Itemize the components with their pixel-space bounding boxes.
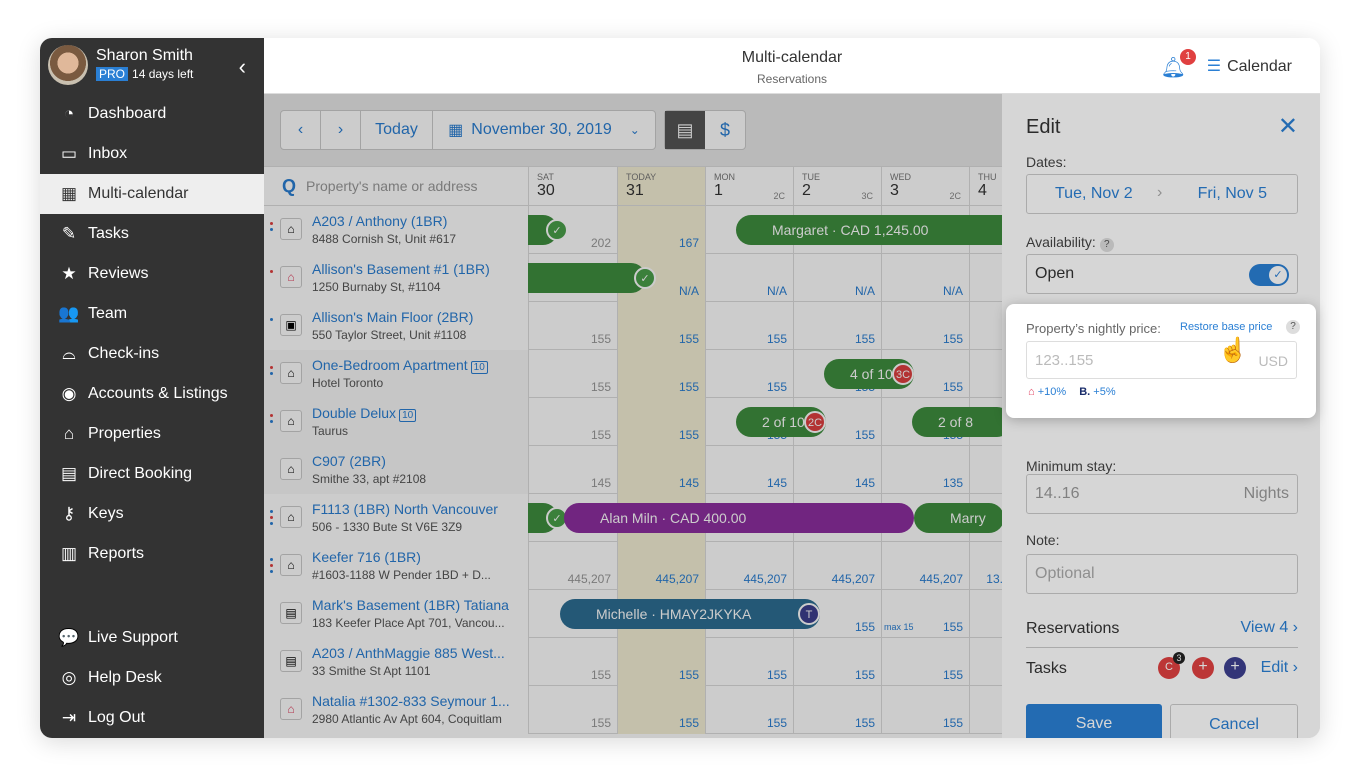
- booking-markup: +5%: [1093, 386, 1116, 398]
- sidebar-item-team[interactable]: 👥 Team: [40, 294, 264, 334]
- restore-base-price-link[interactable]: Restore base price: [1180, 321, 1272, 333]
- nights-unit: Nights: [1243, 485, 1289, 502]
- sidebar-item-accounts-listings[interactable]: ◉ Accounts & Listings: [40, 374, 264, 414]
- avatar: [48, 45, 88, 85]
- star-icon: ★: [61, 264, 77, 283]
- collapse-sidebar-icon[interactable]: ‹: [239, 54, 246, 80]
- sidebar-item-label: Dashboard: [88, 105, 167, 122]
- sidebar-item-label: Direct Booking: [88, 465, 193, 482]
- help-icon: ?: [1286, 320, 1300, 334]
- calendar-icon: ▦: [60, 184, 78, 203]
- sidebar-item-live-support[interactable]: 💬 Live Support: [40, 618, 264, 658]
- tasks-icon: ✎: [61, 224, 77, 243]
- lifebuoy-icon: ◎: [61, 668, 77, 687]
- channel-markups: ⌂ +10% B. +5%: [1028, 386, 1116, 398]
- sidebar-item-properties[interactable]: ⌂ Properties: [40, 414, 264, 454]
- sidebar-item-label: Tasks: [88, 225, 129, 242]
- price-placeholder: 123..155: [1035, 352, 1094, 369]
- reservations-label: Reservations: [1026, 620, 1120, 637]
- sidebar-item-dashboard[interactable]: ◔ Dashboard: [40, 94, 264, 134]
- inbox-icon: ▭: [60, 144, 78, 163]
- dashboard-icon: ◔: [63, 104, 75, 123]
- note-placeholder: Optional: [1035, 565, 1095, 582]
- min-stay-input[interactable]: 14..16 Nights: [1026, 474, 1298, 514]
- availability-label: Availability:?: [1026, 234, 1114, 252]
- sidebar-item-log-out[interactable]: ⇥ Log Out: [40, 698, 264, 738]
- date-range-field[interactable]: Tue, Nov 2 › Fri, Nov 5: [1026, 174, 1298, 214]
- code-window-icon: ▤: [60, 464, 78, 483]
- home-icon: ⌂: [63, 424, 75, 443]
- sidebar-item-label: Reviews: [88, 265, 149, 282]
- sidebar-item-label: Team: [88, 305, 128, 322]
- sidebar-item-inbox[interactable]: ▭ Inbox: [40, 134, 264, 174]
- sidebar-item-label: Multi-calendar: [88, 185, 189, 202]
- sidebar-item-direct-booking[interactable]: ▤ Direct Booking: [40, 454, 264, 494]
- sidebar-item-keys[interactable]: ⚷ Keys: [40, 494, 264, 534]
- note-textarea[interactable]: Optional: [1026, 554, 1298, 594]
- price-label: Property’s nightly price:: [1026, 321, 1161, 336]
- cancel-button[interactable]: Cancel: [1170, 704, 1298, 738]
- logout-icon: ⇥: [61, 708, 77, 727]
- availability-value: Open: [1035, 265, 1075, 282]
- note-label: Note:: [1026, 532, 1060, 548]
- user-name: Sharon Smith: [96, 47, 193, 64]
- calendar-view-label: Calendar: [1227, 58, 1292, 75]
- bell-desk-icon: ⌓: [62, 344, 76, 363]
- task-count-badge: 3: [1173, 652, 1185, 664]
- sidebar: Sharon Smith PRO 14 days left ‹ ◔ Dashboar…: [40, 38, 264, 738]
- trial-status: 14 days left: [132, 67, 194, 81]
- save-button[interactable]: Save: [1026, 704, 1162, 738]
- airbnb-icon: ⌂: [1028, 386, 1035, 398]
- nightly-price-input[interactable]: 123..155 USD: [1026, 341, 1297, 379]
- arrow-right-icon: ›: [1157, 184, 1163, 201]
- edit-title: Edit: [1026, 116, 1061, 138]
- calendar-view-button[interactable]: ☰ Calendar: [1207, 56, 1292, 76]
- edit-tasks-link[interactable]: Edit ›: [1261, 659, 1298, 677]
- help-icon: ?: [1099, 238, 1114, 252]
- sidebar-item-label: Keys: [88, 505, 124, 522]
- notification-count: 1: [1180, 49, 1196, 65]
- booking-com-icon: B.: [1079, 386, 1091, 398]
- sidebar-item-help-desk[interactable]: ◎ Help Desk: [40, 658, 264, 698]
- sidebar-item-label: Reports: [88, 545, 145, 562]
- chat-icon: 💬: [58, 628, 80, 647]
- dates-label: Dates:: [1026, 154, 1067, 170]
- sidebar-item-label: Properties: [88, 425, 161, 442]
- close-icon[interactable]: ✕: [1278, 112, 1298, 141]
- currency-label: USD: [1258, 353, 1288, 369]
- min-stay-label: Minimum stay:: [1026, 458, 1117, 474]
- sidebar-item-label: Help Desk: [88, 669, 162, 686]
- view-reservations-link[interactable]: View 4 ›: [1240, 619, 1298, 637]
- sidebar-item-label: Inbox: [88, 145, 128, 162]
- sidebar-item-tasks[interactable]: ✎ Tasks: [40, 214, 264, 254]
- nightly-price-popover: Property’s nightly price: Restore base p…: [1006, 304, 1316, 418]
- airbnb-markup: +10%: [1037, 386, 1067, 398]
- sidebar-item-reports[interactable]: ▥ Reports: [40, 534, 264, 574]
- min-stay-value: 14..16: [1035, 485, 1080, 502]
- sidebar-item-label: Live Support: [88, 629, 178, 646]
- sidebar-item-reviews[interactable]: ★ Reviews: [40, 254, 264, 294]
- add-cleaning-task-icon[interactable]: +: [1192, 657, 1214, 679]
- key-icon: ⚷: [62, 504, 76, 523]
- availability-field: Open: [1026, 254, 1298, 294]
- hand-cursor-icon: ☝: [1218, 337, 1248, 364]
- sidebar-item-multi-calendar[interactable]: ▦ Multi-calendar: [40, 174, 264, 214]
- team-icon: 👥: [58, 304, 80, 323]
- sidebar-item-label: Accounts & Listings: [88, 385, 228, 402]
- chart-icon: ▥: [60, 544, 78, 563]
- availability-toggle[interactable]: [1249, 264, 1289, 286]
- account-icon: ◉: [61, 384, 77, 403]
- tasks-label: Tasks: [1026, 660, 1067, 677]
- plan-badge: PRO: [96, 67, 129, 81]
- date-to: Fri, Nov 5: [1197, 185, 1267, 202]
- sidebar-item-label: Log Out: [88, 709, 145, 726]
- sidebar-item-check-ins[interactable]: ⌓ Check-ins: [40, 334, 264, 374]
- calendar-search-icon: ☰: [1206, 58, 1222, 75]
- user-profile[interactable]: Sharon Smith PRO 14 days left: [48, 45, 193, 85]
- header: Multi-calendar Reservations 🔔︎ 1 ☰ Calend…: [264, 38, 1320, 94]
- divider: [1026, 647, 1298, 648]
- date-from: Tue, Nov 2: [1055, 185, 1133, 202]
- add-task-icon[interactable]: +: [1224, 657, 1246, 679]
- sidebar-item-label: Check-ins: [88, 345, 160, 362]
